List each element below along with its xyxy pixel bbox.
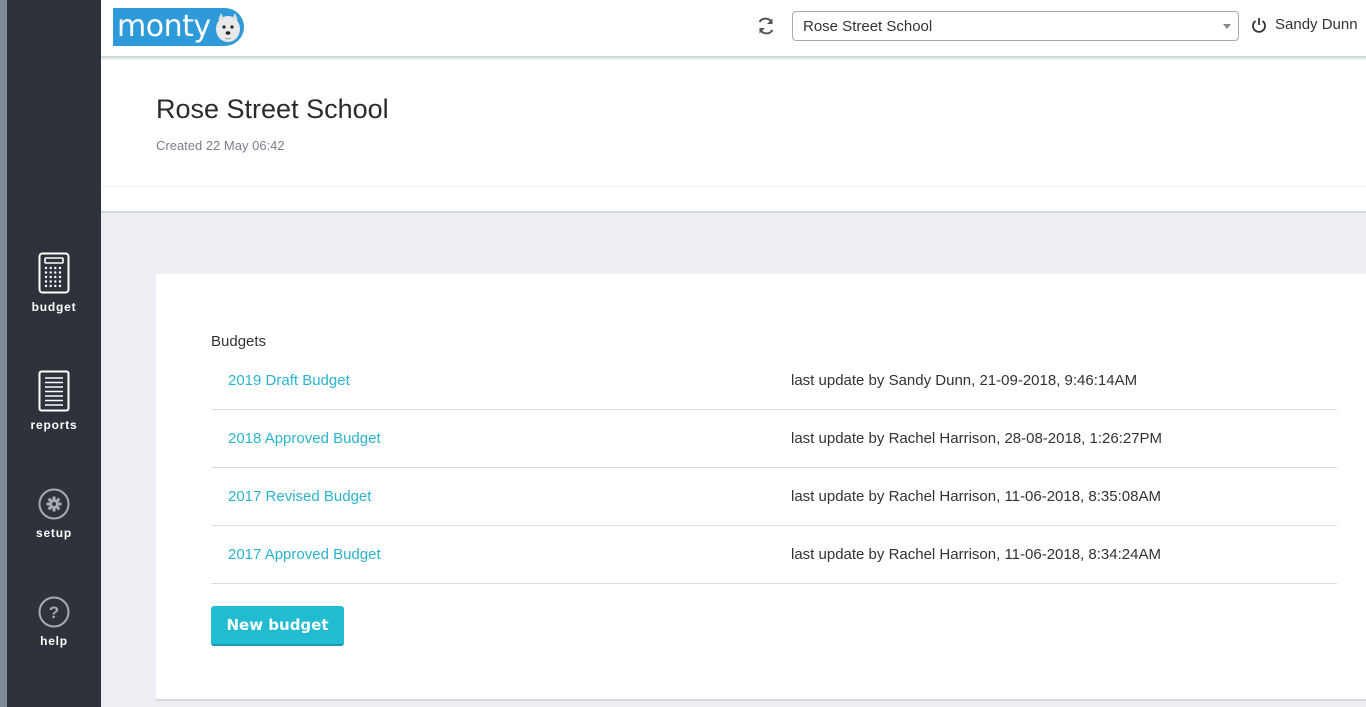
school-select[interactable]: Rose Street School [792, 11, 1239, 41]
question-icon: ? [38, 596, 70, 628]
last-update: last update by Rachel Harrison, 11-06-20… [791, 546, 1161, 563]
gear-icon [38, 488, 70, 520]
refresh-icon[interactable] [756, 16, 776, 36]
sidebar-item-reports[interactable]: reports [7, 370, 101, 432]
created-timestamp: Created 22 May 06:42 [156, 138, 285, 153]
school-select-value: Rose Street School [803, 18, 933, 35]
budget-link[interactable]: 2017 Approved Budget [228, 546, 381, 563]
power-icon [1252, 17, 1266, 33]
sidebar: budget reports setup ? help [7, 0, 101, 707]
budget-link[interactable]: 2017 Revised Budget [228, 488, 371, 505]
budget-row: 2017 Revised Budget last update by Rache… [211, 468, 1337, 526]
dog-icon [216, 13, 240, 42]
last-update: last update by Rachel Harrison, 11-06-20… [791, 488, 1161, 505]
user-menu[interactable]: Sandy Dunn [1251, 16, 1358, 33]
budget-row: 2019 Draft Budget last update by Sandy D… [211, 352, 1337, 410]
chevron-down-icon [1223, 24, 1231, 29]
sidebar-item-label: budget [31, 300, 77, 314]
svg-text:?: ? [49, 603, 59, 622]
user-name: Sandy Dunn [1275, 16, 1358, 33]
last-update: last update by Sandy Dunn, 21-09-2018, 9… [791, 372, 1138, 389]
logo-text: monty [117, 9, 211, 44]
logo[interactable]: monty [113, 8, 244, 46]
new-budget-button[interactable]: New budget [211, 606, 344, 646]
budget-link[interactable]: 2019 Draft Budget [228, 372, 350, 389]
budget-list: 2019 Draft Budget last update by Sandy D… [211, 352, 1337, 584]
last-update: last update by Rachel Harrison, 28-08-20… [791, 430, 1163, 447]
window-edge [0, 0, 7, 707]
sidebar-item-help[interactable]: ? help [7, 596, 101, 648]
budget-link[interactable]: 2018 Approved Budget [228, 430, 381, 447]
sidebar-item-label: reports [30, 418, 78, 432]
calculator-icon [38, 252, 70, 294]
sidebar-item-setup[interactable]: setup [7, 488, 101, 540]
page-title: Rose Street School [156, 94, 389, 124]
budget-row: 2017 Approved Budget last update by Rach… [211, 526, 1337, 584]
budget-row: 2018 Approved Budget last update by Rach… [211, 410, 1337, 468]
budgets-heading: Budgets [211, 333, 267, 350]
sidebar-item-label: help [40, 634, 68, 648]
sidebar-item-label: setup [35, 526, 72, 540]
budgets-card: Budgets 2019 Draft Budget last update by… [156, 274, 1366, 701]
document-icon [38, 370, 70, 412]
top-bar: monty Rose Street School Sandy Dunn [101, 0, 1366, 58]
school-header: Rose Street School Created 22 May 06:42 [101, 60, 1366, 213]
sidebar-item-budget[interactable]: budget [7, 252, 101, 314]
divider [101, 186, 1366, 187]
